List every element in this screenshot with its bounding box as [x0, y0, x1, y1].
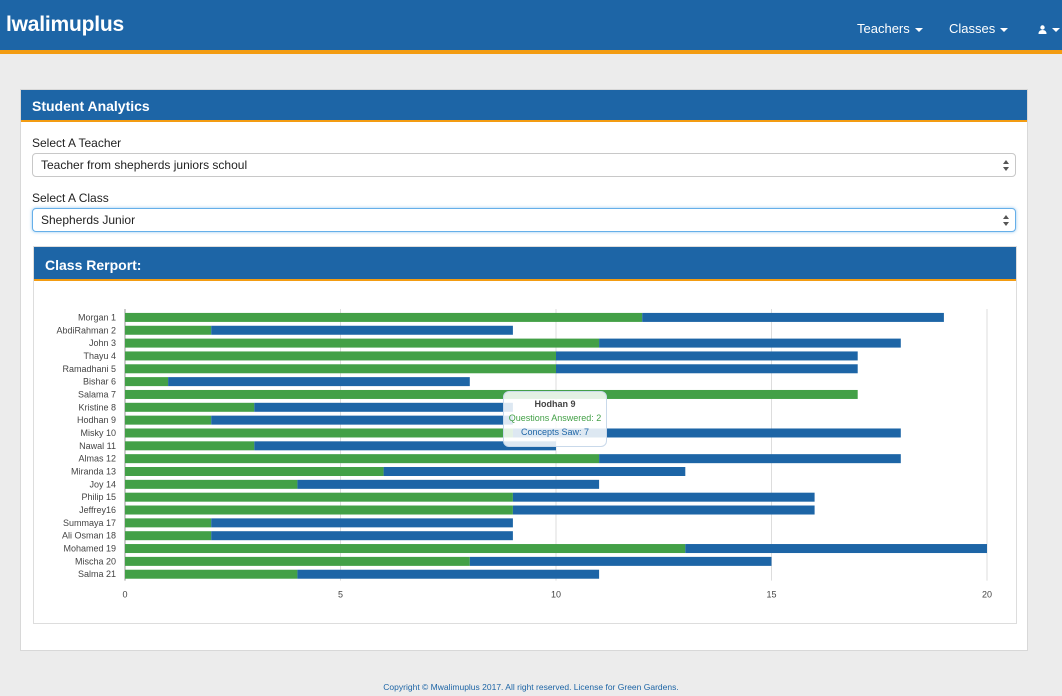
tooltip-title: Hodhan 9	[534, 399, 576, 409]
bar-concepts-saw	[512, 492, 815, 502]
x-tick-label: 5	[338, 590, 343, 600]
bar-questions-answered	[125, 544, 686, 554]
y-tick-label: Joy 14	[89, 479, 116, 489]
select-arrows-icon	[1003, 215, 1009, 226]
bar-questions-answered	[125, 364, 556, 374]
y-tick-label: Summaya 17	[63, 518, 116, 528]
y-tick-label: Bishar 6	[83, 377, 116, 387]
y-tick-label: Philip 15	[81, 492, 116, 502]
x-tick-label: 0	[122, 590, 127, 600]
bar-questions-answered	[125, 569, 298, 579]
x-tick-label: 10	[551, 590, 561, 600]
caret-down-icon	[1000, 27, 1009, 32]
y-tick-label: Miranda 13	[71, 467, 116, 477]
class-report-title: Class Rerport:	[34, 247, 1016, 281]
bar-questions-answered	[125, 325, 212, 335]
bar-concepts-saw	[599, 338, 901, 348]
bar-concepts-saw	[254, 402, 513, 412]
bar-concepts-saw	[599, 454, 901, 464]
caret-down-icon	[1052, 27, 1060, 32]
bar-questions-answered	[125, 454, 600, 464]
class-report-panel: Class Rerport: Morgan 1 AbdiRahman 2 John …	[33, 246, 1017, 624]
y-tick-label: John 3	[89, 338, 116, 348]
user-icon	[1038, 25, 1047, 35]
bar-concepts-saw	[556, 364, 858, 374]
y-tick-label: Jeffrey16	[79, 505, 116, 515]
teacher-select-label: Select A Teacher	[32, 136, 122, 150]
bar-questions-answered	[125, 556, 470, 566]
classes-menu-label: Classes	[949, 21, 996, 36]
x-tick-label: 20	[982, 590, 992, 600]
bar-concepts-saw	[469, 556, 772, 566]
bar-concepts-saw	[512, 505, 815, 515]
y-tick-label: Hodhan 9	[77, 415, 116, 425]
y-tick-label: Salama 7	[78, 389, 116, 399]
y-tick-label: Morgan 1	[78, 312, 116, 322]
bar-questions-answered	[125, 351, 556, 361]
class-select[interactable]: Shepherds Junior	[32, 208, 1016, 232]
bar-questions-answered	[125, 312, 643, 322]
footer-copyright: Copyright © Mwalimuplus 2017. All right …	[383, 682, 679, 692]
bar-questions-answered	[125, 492, 513, 502]
bar-concepts-saw	[642, 312, 944, 322]
student-analytics-panel: Student Analytics Select A Teacher Teach…	[20, 89, 1028, 651]
y-tick-label: Mohamed 19	[63, 544, 116, 554]
bar-questions-answered	[125, 467, 384, 476]
top-navbar: lwalimuplus Teachers Classes	[0, 0, 1062, 54]
user-menu[interactable]	[1038, 21, 1060, 36]
bar-concepts-saw	[297, 479, 600, 489]
brand-logo[interactable]: lwalimuplus	[6, 13, 124, 37]
y-tick-label: Thayu 4	[83, 351, 116, 361]
bar-questions-answered	[125, 428, 513, 438]
teachers-menu-label: Teachers	[857, 21, 910, 36]
bar-questions-answered	[125, 531, 212, 541]
y-tick-label: Almas 12	[78, 454, 116, 464]
teachers-menu[interactable]: Teachers	[857, 21, 923, 36]
bar-concepts-saw	[211, 531, 513, 541]
bar-questions-answered	[125, 402, 255, 412]
y-tick-label: Salma 21	[78, 569, 116, 579]
bar-concepts-saw	[556, 351, 858, 361]
y-tick-label: Ali Osman 18	[62, 531, 116, 541]
bar-questions-answered	[125, 441, 255, 451]
teacher-select-value: Teacher from shepherds juniors schoul	[41, 158, 248, 172]
bar-concepts-saw	[211, 325, 513, 335]
y-tick-label: Nawal 11	[79, 441, 116, 451]
teacher-select[interactable]: Teacher from shepherds juniors schoul	[32, 153, 1016, 177]
bar-questions-answered	[125, 338, 600, 348]
select-arrows-icon	[1003, 160, 1009, 171]
tooltip-questions: Questions Answered: 2	[508, 413, 602, 423]
panel-title: Student Analytics	[21, 90, 1027, 122]
bar-concepts-saw	[211, 518, 513, 528]
class-select-value: Shepherds Junior	[41, 213, 136, 227]
y-tick-label: Kristine 8	[78, 402, 116, 412]
class-select-label: Select A Class	[32, 191, 109, 205]
class-report-chart: Morgan 1 AbdiRahman 2 John 3 Thayu 4 Ramadha…	[56, 309, 992, 600]
y-tick-label: Ramadhani 5	[62, 364, 116, 374]
bar-questions-answered	[125, 415, 212, 425]
y-tick-label: Mischa 20	[75, 556, 116, 566]
x-tick-label: 15	[766, 590, 776, 600]
tooltip-concepts: Concepts Saw: 7	[520, 427, 590, 437]
bar-questions-answered	[125, 389, 858, 399]
bar-concepts-saw	[383, 467, 686, 476]
bar-concepts-saw	[297, 569, 600, 579]
y-tick-label: AbdiRahman 2	[56, 325, 116, 335]
chart-tooltip: Hodhan 9 Questions Answered: 2 Concepts …	[503, 391, 607, 447]
bar-concepts-saw	[168, 377, 470, 387]
bar-concepts-saw	[211, 415, 513, 425]
y-tick-label: Misky 10	[80, 428, 116, 438]
bar-concepts-saw	[685, 544, 987, 554]
bar-questions-answered	[125, 377, 169, 387]
caret-down-icon	[914, 27, 923, 32]
classes-menu[interactable]: Classes	[949, 21, 1009, 36]
bar-questions-answered	[125, 505, 513, 515]
bar-questions-answered	[125, 479, 298, 489]
bar-questions-answered	[125, 518, 212, 528]
